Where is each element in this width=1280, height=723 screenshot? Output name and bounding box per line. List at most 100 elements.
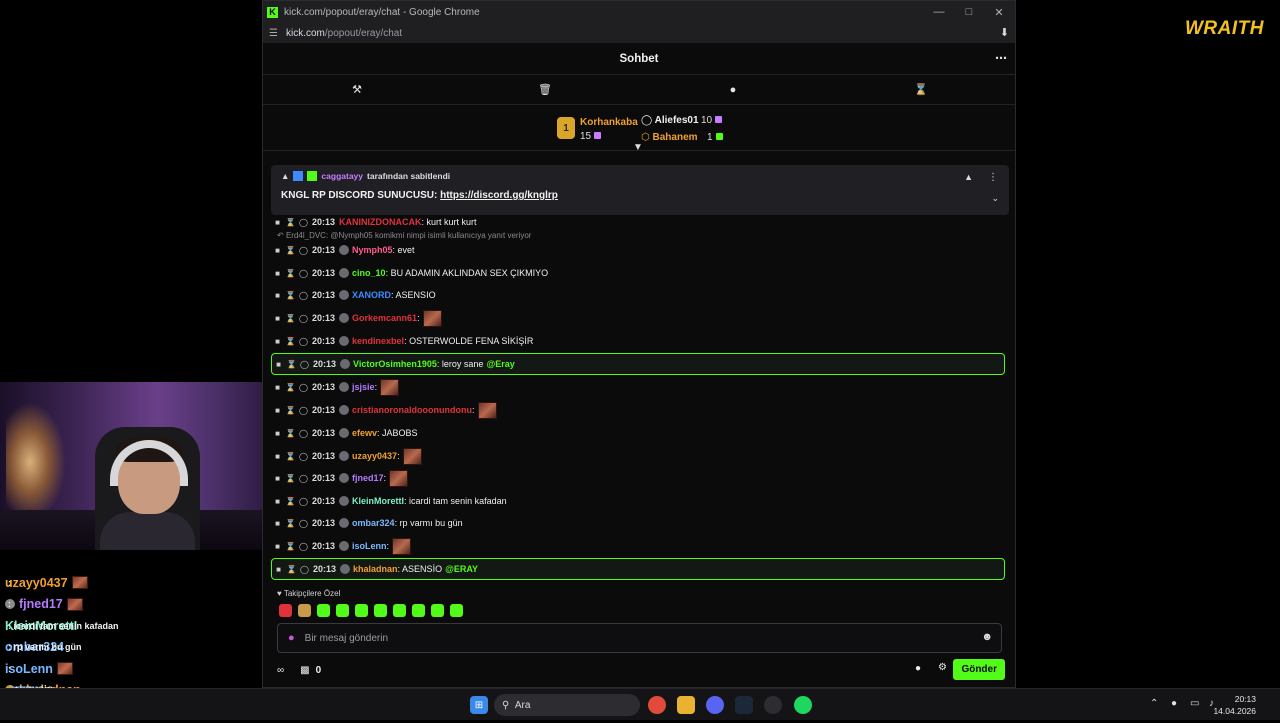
message-username[interactable]: XANORD xyxy=(352,290,391,300)
hourglass-icon[interactable]: ⌛ xyxy=(284,429,297,438)
message-username[interactable]: efewv xyxy=(352,428,377,438)
emote-button[interactable] xyxy=(412,604,425,617)
trash-icon[interactable]: ■ xyxy=(272,565,285,574)
trash-icon[interactable]: ■ xyxy=(271,542,284,551)
hourglass-icon[interactable]: ⌛ xyxy=(284,314,297,323)
message-username[interactable]: jsjsie xyxy=(352,382,375,392)
message-username[interactable]: kendinexbel xyxy=(352,336,404,346)
message-username[interactable]: ombar324 xyxy=(352,518,395,528)
trash-icon[interactable]: ■ xyxy=(271,406,284,415)
hourglass-icon[interactable]: ⌛ xyxy=(284,269,297,278)
hourglass-icon[interactable]: ⌛ xyxy=(284,337,297,346)
steam-icon[interactable] xyxy=(735,696,753,714)
emote-button[interactable] xyxy=(336,604,349,617)
emote-button[interactable] xyxy=(298,604,311,617)
trash-icon[interactable]: ■ xyxy=(271,429,284,438)
infinity-icon[interactable]: ∞ xyxy=(277,665,284,676)
message-username[interactable]: fjned17 xyxy=(352,473,384,483)
unpin-icon[interactable]: ▲ xyxy=(964,172,973,182)
message-username[interactable]: Nymph05 xyxy=(352,245,393,255)
trash-icon[interactable]: ■ xyxy=(271,218,284,227)
message-username[interactable]: KleinMorettI xyxy=(352,496,404,506)
chrome-icon[interactable] xyxy=(648,696,666,714)
microphone-icon[interactable]: ● xyxy=(1171,698,1177,709)
trash-icon[interactable]: ■ xyxy=(271,269,284,278)
send-button[interactable]: Gönder xyxy=(953,659,1005,680)
message-username[interactable]: VictorOsimhen1905 xyxy=(353,359,437,369)
brand-logo: WRAITH xyxy=(1185,18,1264,39)
emote-button[interactable] xyxy=(279,604,292,617)
minimize-button[interactable]: — xyxy=(925,3,953,21)
download-icon[interactable]: ⬇ xyxy=(1000,26,1009,39)
message-mention[interactable]: @Eray xyxy=(486,359,514,369)
message-username[interactable]: Gorkemcann61 xyxy=(352,313,417,323)
spotify-icon[interactable] xyxy=(794,696,812,714)
chat-icon[interactable]: ● xyxy=(915,663,921,674)
scroll-down-icon[interactable]: ▼ xyxy=(633,142,643,153)
trash-icon[interactable]: ■ xyxy=(272,360,285,369)
hourglass-icon[interactable]: ⌛ xyxy=(284,218,297,227)
hourglass-icon[interactable]: ⌛ xyxy=(284,542,297,551)
message-username[interactable]: cino_10 xyxy=(352,268,386,278)
gift-box-icon[interactable]: ▩ xyxy=(300,665,309,676)
message-mention[interactable]: @ERAY xyxy=(445,564,478,574)
trash-icon[interactable]: ■ xyxy=(271,497,284,506)
close-button[interactable]: ✕ xyxy=(985,3,1013,21)
hourglass-icon[interactable]: ⌛ xyxy=(284,383,297,392)
trash-icon[interactable]: ■ xyxy=(271,519,284,528)
system-clock[interactable]: 20:13 14.04.2026 xyxy=(1213,693,1256,717)
message-input[interactable]: ● Bir mesaj gönderin ☻ xyxy=(277,623,1002,653)
trash-icon[interactable]: ■ xyxy=(271,337,284,346)
hourglass-icon[interactable]: ⌛ xyxy=(285,360,298,369)
emote-button[interactable] xyxy=(374,604,387,617)
emote-button[interactable] xyxy=(317,604,330,617)
gear-icon[interactable]: ⚙ xyxy=(938,662,947,673)
message-username[interactable]: uzayy0437 xyxy=(352,451,397,461)
ban-hammer-icon[interactable]: ⚒ xyxy=(263,83,451,96)
trash-icon[interactable]: ■ xyxy=(271,383,284,392)
address-bar[interactable]: ☰ kick.com/popout/eray/chat ⬇ xyxy=(263,23,1015,43)
emote-button[interactable] xyxy=(450,604,463,617)
leaderboard-first-name: Korhankaba xyxy=(580,117,638,128)
hourglass-icon[interactable]: ⌛ xyxy=(285,565,298,574)
obs-icon[interactable] xyxy=(764,696,782,714)
windows-start-icon[interactable]: ⊞ xyxy=(470,696,488,714)
more-options-icon[interactable]: ⋯ xyxy=(995,51,1007,65)
site-settings-icon[interactable]: ☰ xyxy=(269,28,278,39)
microphone-icon[interactable]: ● xyxy=(288,632,295,644)
emote-button[interactable] xyxy=(355,604,368,617)
trash-icon[interactable]: ■ xyxy=(271,474,284,483)
pinned-more-icon[interactable]: ⋮ xyxy=(988,172,998,183)
message-username[interactable]: khaladnan xyxy=(353,564,398,574)
hourglass-icon[interactable]: ⌛ xyxy=(284,246,297,255)
message-username[interactable]: isoLenn xyxy=(352,541,387,551)
hourglass-icon[interactable]: ⌛ xyxy=(284,519,297,528)
hourglass-icon[interactable]: ⌛ xyxy=(284,497,297,506)
message-username[interactable]: cristianoronaldooonundonu xyxy=(352,405,472,415)
trash-icon[interactable]: ■ xyxy=(271,452,284,461)
maximize-button[interactable]: □ xyxy=(955,3,983,21)
trash-icon[interactable]: ■ xyxy=(271,291,284,300)
chevron-up-icon[interactable]: ⌃ xyxy=(1150,698,1158,709)
emoji-icon[interactable]: ☻ xyxy=(981,631,993,643)
folder-icon[interactable] xyxy=(677,696,695,714)
trash-icon[interactable]: ■ xyxy=(271,246,284,255)
hourglass-icon[interactable]: ⌛ xyxy=(284,291,297,300)
message-username[interactable]: KANINIZDONACAK xyxy=(339,217,422,227)
trash-icon[interactable]: ■ xyxy=(271,314,284,323)
emote-button[interactable] xyxy=(431,604,444,617)
chat-bubble-icon[interactable]: ● xyxy=(639,84,827,96)
hourglass-icon[interactable]: ⌛ xyxy=(284,474,297,483)
chevron-down-icon[interactable]: ⌄ xyxy=(991,193,999,204)
hourglass-icon[interactable]: ⌛ xyxy=(284,452,297,461)
taskbar-search[interactable]: ⚲ Ara xyxy=(494,694,640,716)
display-icon[interactable]: ▭ xyxy=(1190,698,1199,709)
trash-icon[interactable]: 🗑 xyxy=(451,83,639,96)
pinner-username[interactable]: caggatayy xyxy=(321,171,363,181)
pinned-link[interactable]: https://discord.gg/knglrp xyxy=(440,190,558,201)
hourglass-icon[interactable]: ⌛ xyxy=(284,406,297,415)
hourglass-icon[interactable]: ⌛ xyxy=(827,83,1015,96)
discord-icon[interactable] xyxy=(706,696,724,714)
emote-button[interactable] xyxy=(393,604,406,617)
shield-icon: ◯ xyxy=(300,564,309,574)
